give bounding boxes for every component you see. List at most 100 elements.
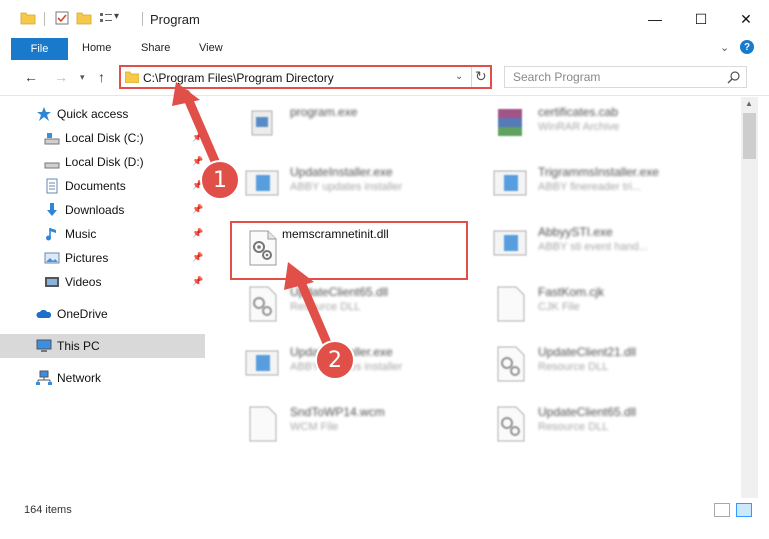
details-view-icon[interactable] — [714, 503, 730, 517]
sidebar-item-documents[interactable]: Documents 📌 — [0, 174, 205, 198]
forward-arrow-icon[interactable]: → — [54, 69, 68, 85]
address-path[interactable]: C:\Program Files\Program Directory — [143, 71, 334, 85]
tab-home[interactable]: Home — [82, 42, 111, 54]
sidebar-item-this-pc[interactable]: This PC — [0, 334, 205, 358]
scroll-up-icon[interactable]: ▲ — [745, 99, 753, 108]
file-item[interactable]: certificates.cab WinRAR Archive — [482, 97, 727, 145]
tab-view[interactable]: View — [199, 42, 223, 54]
installer-icon — [493, 170, 527, 196]
file-name: AbbyySTI.exe — [538, 225, 613, 239]
sidebar-item-label: Pictures — [65, 251, 109, 265]
properties-check-icon[interactable] — [54, 10, 70, 26]
videos-icon — [45, 277, 59, 287]
sidebar-item-pictures[interactable]: Pictures 📌 — [0, 246, 205, 270]
help-icon[interactable]: ? — [740, 40, 754, 54]
sidebar-item-local-disk-c[interactable]: Local Disk (C:) 📌 — [0, 126, 205, 150]
sidebar-item-label: This PC — [57, 339, 100, 353]
sidebar-item-label: Quick access — [57, 107, 129, 121]
sidebar-item-label: Music — [65, 227, 97, 241]
installer-icon — [245, 350, 279, 376]
file-list: program.exe certificates.cab WinRAR Arch… — [206, 97, 741, 497]
expand-ribbon-chevron-icon[interactable]: ⌄ — [720, 41, 729, 54]
sidebar-item-downloads[interactable]: Downloads 📌 — [0, 198, 205, 222]
address-dropdown-chevron-icon[interactable]: ⌄ — [455, 71, 463, 82]
pin-icon[interactable]: 📌 — [192, 156, 203, 167]
search-input[interactable]: Search Program — [513, 70, 600, 84]
customize-icon[interactable] — [98, 10, 114, 26]
chevron-down-icon[interactable]: ▾ — [114, 11, 119, 22]
file-name: UpdateClient65.dll — [538, 405, 637, 419]
title-bar: ▾ Program — ☐ ✕ — [0, 0, 769, 38]
downloads-icon — [47, 203, 57, 216]
large-icons-view-icon[interactable] — [736, 503, 752, 517]
dll-gear-icon — [497, 406, 525, 442]
file-item[interactable]: FastKom.cjk CJK File — [482, 277, 727, 325]
file-item[interactable]: program.exe — [234, 97, 479, 145]
file-item[interactable]: UpdateInstaller.exe ABBY updates install… — [234, 157, 479, 205]
cloud-icon — [36, 309, 52, 318]
address-bar[interactable]: C:\Program Files\Program Directory ⌄ ↻ — [119, 65, 492, 89]
item-count: 164 items — [24, 504, 72, 516]
drive-icon — [44, 133, 60, 145]
new-folder-icon[interactable] — [76, 10, 92, 26]
recent-locations-chevron-icon[interactable]: ▾ — [80, 72, 85, 83]
pin-icon[interactable]: 📌 — [192, 276, 203, 287]
ribbon-tabs: File Home Share View ⌄ ? — [0, 38, 769, 60]
sidebar-item-label: Local Disk (C:) — [65, 131, 144, 145]
maximize-button[interactable]: ☐ — [678, 0, 724, 38]
search-box[interactable]: Search Program — [504, 66, 747, 88]
file-type: Resource DLL — [538, 361, 609, 373]
refresh-icon[interactable]: ↻ — [475, 68, 487, 85]
up-arrow-icon[interactable]: ↑ — [98, 69, 105, 85]
sidebar-item-onedrive[interactable]: OneDrive — [0, 302, 205, 326]
executable-icon — [251, 110, 273, 136]
scrollbar-thumb[interactable] — [743, 113, 756, 159]
back-arrow-icon[interactable]: ← — [24, 69, 38, 85]
sidebar-item-videos[interactable]: Videos 📌 — [0, 270, 205, 294]
pin-icon[interactable]: 📌 — [192, 228, 203, 239]
pictures-icon — [44, 252, 60, 264]
file-name: program.exe — [290, 105, 358, 119]
file-type: ABBY finereader tri... — [538, 181, 642, 193]
dll-gear-icon — [497, 346, 525, 382]
file-name: FastKom.cjk — [538, 285, 605, 299]
close-button[interactable]: ✕ — [723, 0, 769, 38]
file-icon — [497, 286, 525, 322]
installer-icon — [493, 230, 527, 256]
step-badge-1: 1 — [200, 160, 240, 200]
separator — [142, 12, 143, 26]
separator — [471, 67, 472, 87]
file-item[interactable]: UpdateInstaller.exe ABBY updates install… — [234, 337, 479, 385]
file-item[interactable]: SndToWP14.wcm WCM File — [234, 397, 479, 445]
sidebar-item-label: Local Disk (D:) — [65, 155, 144, 169]
file-type: ABBY updates installer — [290, 181, 403, 193]
file-item[interactable]: UpdateClient65.dll Resource DLL — [482, 397, 727, 445]
pin-icon[interactable]: 📌 — [192, 132, 203, 143]
sidebar-item-label: Downloads — [65, 203, 125, 217]
sidebar-item-local-disk-d[interactable]: Local Disk (D:) 📌 — [0, 150, 205, 174]
minimize-button[interactable]: — — [632, 0, 678, 38]
pin-icon[interactable]: 📌 — [192, 252, 203, 263]
file-item[interactable]: UpdateClient65.dll Resource DLL — [234, 277, 479, 325]
sidebar-item-music[interactable]: Music 📌 — [0, 222, 205, 246]
tab-file[interactable]: File — [11, 38, 68, 60]
file-type: ABBY sti event hand... — [538, 241, 648, 253]
vertical-scrollbar[interactable]: ▲ — [741, 97, 758, 498]
search-icon[interactable] — [727, 70, 741, 84]
file-item[interactable]: TrigrammsInstaller.exe ABBY finereader t… — [482, 157, 727, 205]
file-type: WCM File — [290, 421, 339, 433]
file-item[interactable]: UpdateClient21.dll Resource DLL — [482, 337, 727, 385]
star-icon — [37, 107, 51, 121]
sidebar-item-network[interactable]: Network — [0, 366, 205, 390]
folder-icon[interactable] — [20, 10, 36, 26]
sidebar-item-quick-access[interactable]: Quick access — [0, 102, 205, 126]
tab-share[interactable]: Share — [141, 42, 170, 54]
file-item[interactable]: AbbyySTI.exe ABBY sti event hand... — [482, 217, 727, 265]
sidebar-item-label: Network — [57, 371, 102, 385]
file-type: WinRAR Archive — [538, 121, 620, 133]
documents-icon — [46, 178, 58, 194]
computer-icon — [36, 339, 52, 352]
sidebar-item-label: Documents — [65, 179, 126, 193]
file-name: UpdateClient21.dll — [538, 345, 637, 359]
pin-icon[interactable]: 📌 — [192, 204, 203, 215]
